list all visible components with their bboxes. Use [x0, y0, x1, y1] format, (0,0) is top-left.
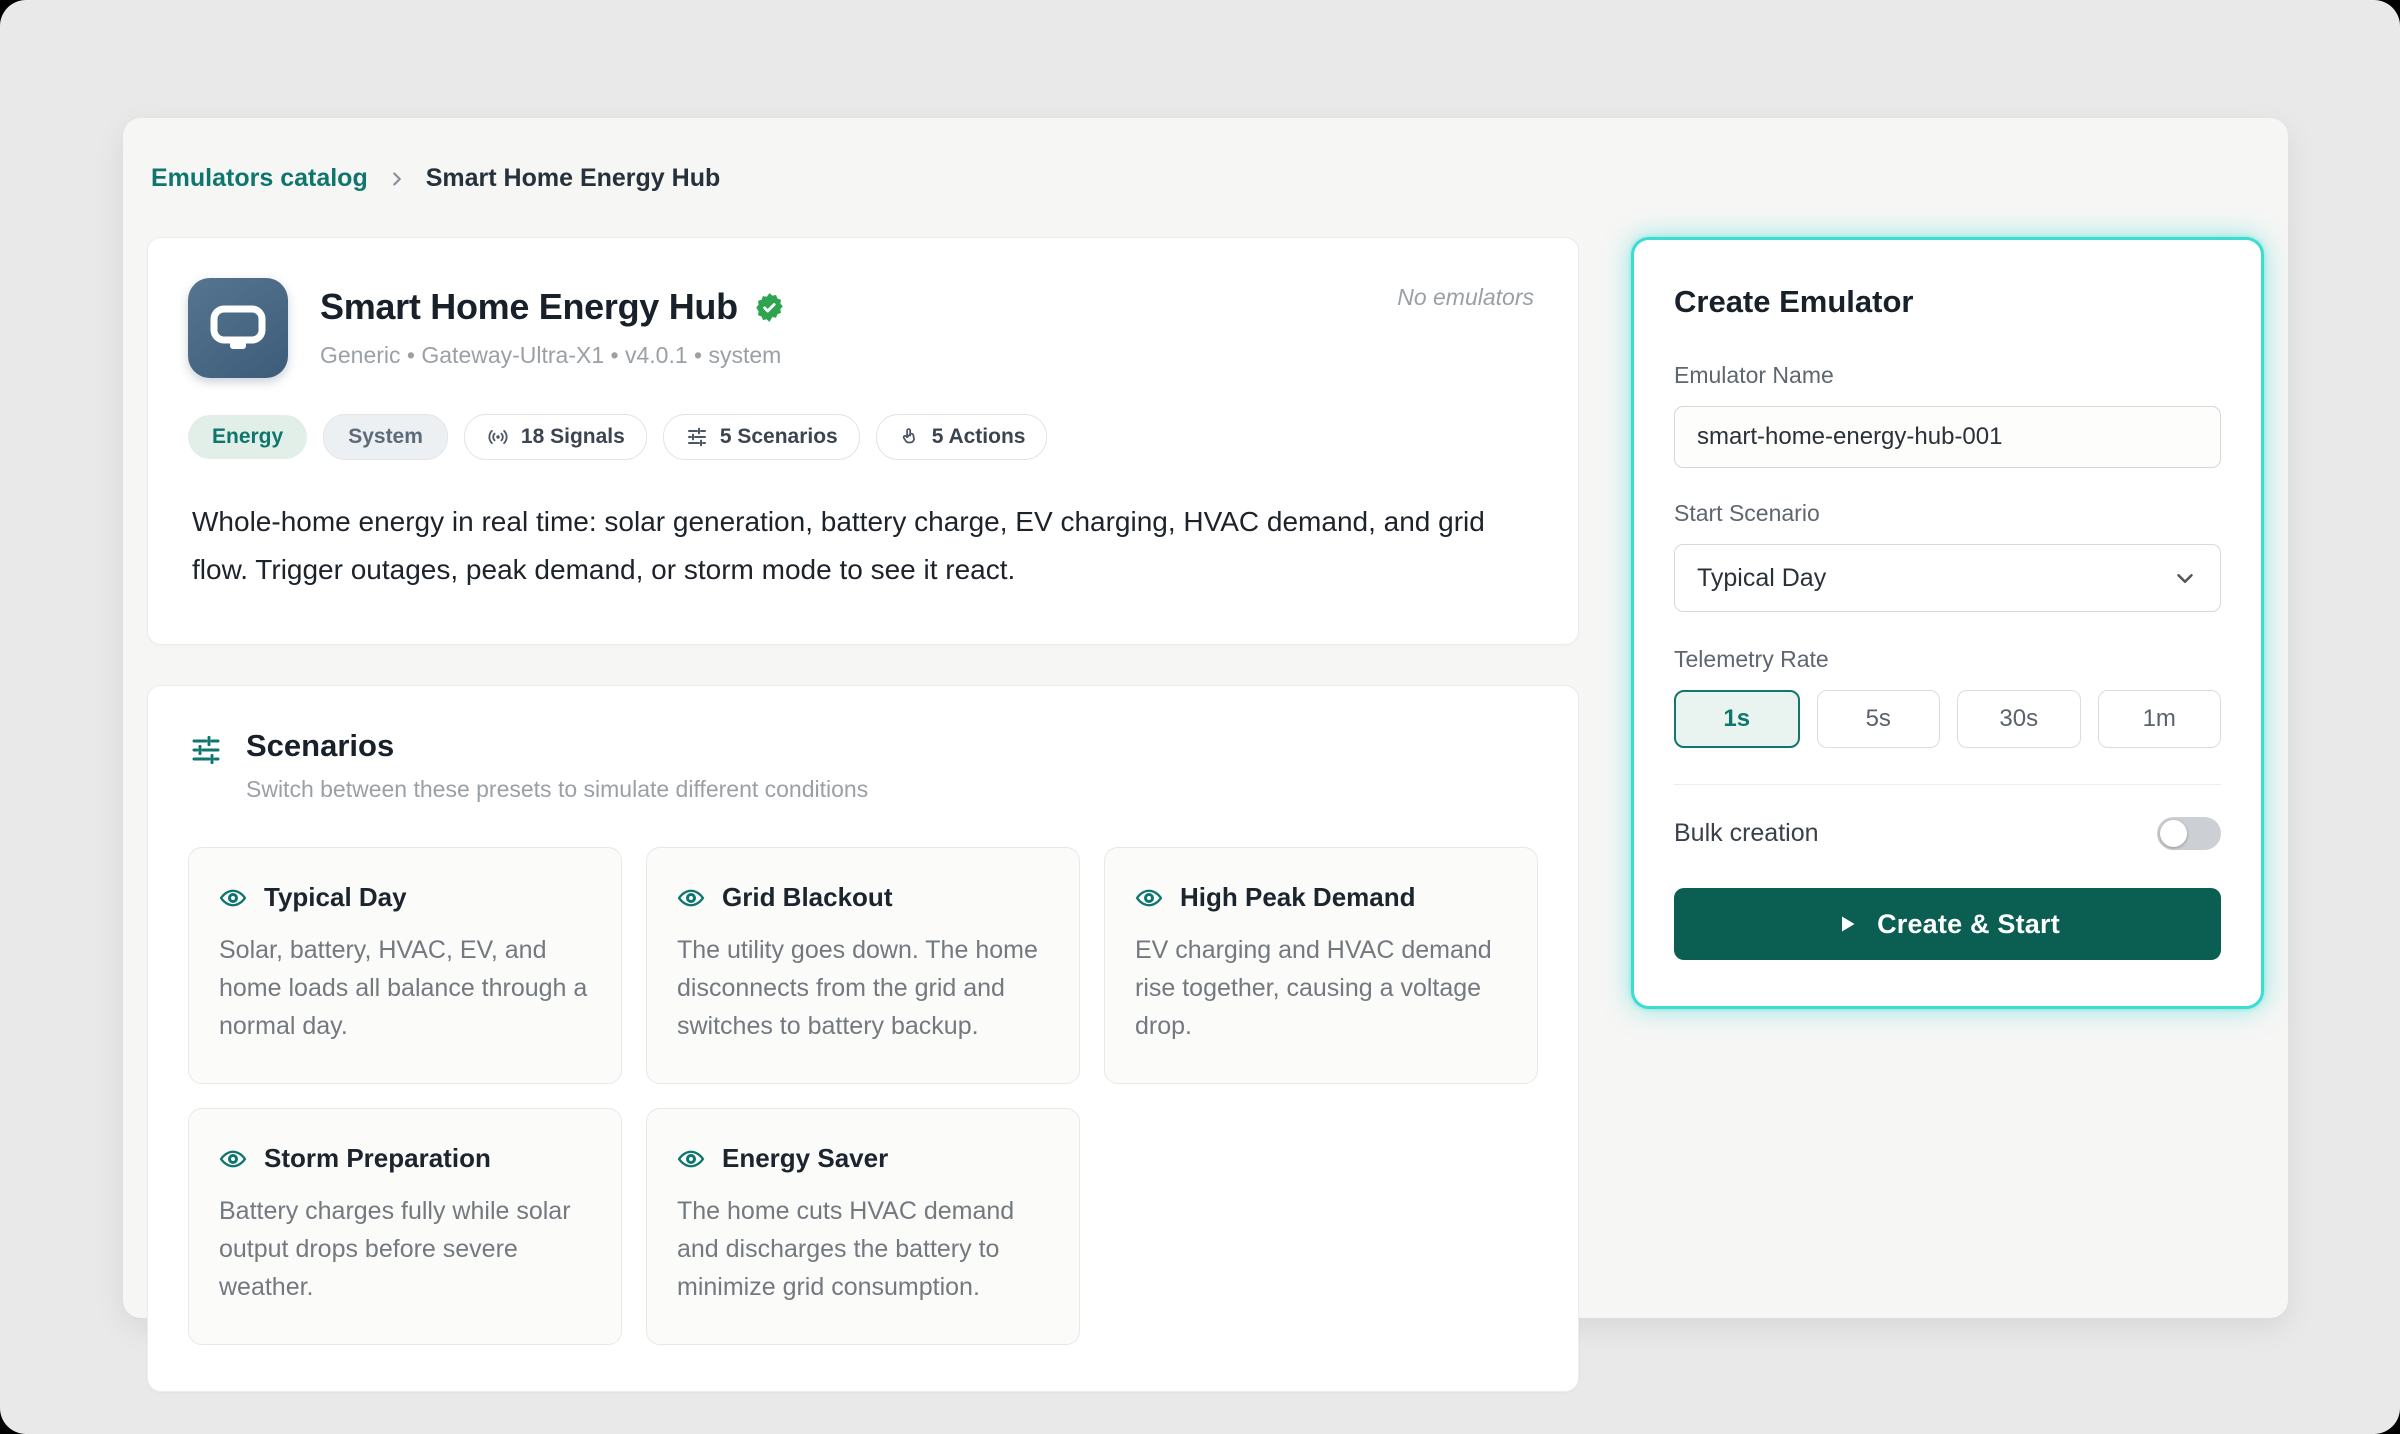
eye-icon	[677, 884, 705, 912]
hub-header: Smart Home Energy Hub Generic • Gateway-…	[188, 278, 1534, 378]
create-start-button[interactable]: Create & Start	[1674, 888, 2221, 960]
create-panel-title: Create Emulator	[1674, 284, 2221, 320]
scenarios-card: Scenarios Switch between these presets t…	[147, 685, 1579, 1392]
scenario-title: Storm Preparation	[264, 1143, 491, 1174]
scenario-title: High Peak Demand	[1180, 882, 1416, 913]
scenario-description: Solar, battery, HVAC, EV, and home loads…	[219, 931, 591, 1045]
scenario-card-typical-day[interactable]: Typical Day Solar, battery, HVAC, EV, an…	[188, 847, 622, 1084]
scenario-card-high-peak-demand[interactable]: High Peak Demand EV charging and HVAC de…	[1104, 847, 1538, 1084]
scenarios-grid: Typical Day Solar, battery, HVAC, EV, an…	[188, 847, 1538, 1345]
left-column: Smart Home Energy Hub Generic • Gateway-…	[147, 237, 1579, 1392]
scenarios-pill-label: 5 Scenarios	[720, 425, 838, 449]
rate-button-5s[interactable]: 5s	[1817, 690, 1941, 748]
hub-subtitle: Generic • Gateway-Ultra-X1 • v4.0.1 • sy…	[320, 342, 785, 369]
bulk-creation-toggle[interactable]	[2157, 817, 2221, 850]
bulk-creation-row: Bulk creation	[1674, 817, 2221, 850]
scenario-card-grid-blackout[interactable]: Grid Blackout The utility goes down. The…	[646, 847, 1080, 1084]
rate-button-1s[interactable]: 1s	[1674, 690, 1800, 748]
divider	[1674, 784, 2221, 785]
scenario-card-energy-saver[interactable]: Energy Saver The home cuts HVAC demand a…	[646, 1108, 1080, 1345]
no-emulators-label: No emulators	[1397, 278, 1534, 378]
sliders-icon	[685, 425, 709, 449]
badge-energy: Energy	[188, 415, 307, 459]
telemetry-rate-label: Telemetry Rate	[1674, 646, 2221, 673]
scenario-description: The utility goes down. The home disconne…	[677, 931, 1049, 1045]
scenarios-title: Scenarios	[246, 728, 868, 764]
eye-icon	[1135, 884, 1163, 912]
emulator-name-label: Emulator Name	[1674, 362, 2221, 389]
breadcrumb: Emulators catalog Smart Home Energy Hub	[151, 164, 2264, 193]
badge-row: Energy System 18 Signals	[188, 414, 1534, 460]
hub-info-card: Smart Home Energy Hub Generic • Gateway-…	[147, 237, 1579, 645]
create-emulator-panel: Create Emulator Emulator Name Start Scen…	[1631, 237, 2264, 1009]
scenario-description: EV charging and HVAC demand rise togethe…	[1135, 931, 1507, 1045]
device-icon	[188, 278, 288, 378]
signals-pill: 18 Signals	[464, 414, 647, 460]
hub-description: Whole-home energy in real time: solar ge…	[192, 498, 1534, 594]
tap-icon	[898, 426, 921, 449]
scenario-card-storm-preparation[interactable]: Storm Preparation Battery charges fully …	[188, 1108, 622, 1345]
toggle-knob	[2160, 820, 2187, 847]
scenarios-subtitle: Switch between these presets to simulate…	[246, 776, 868, 803]
scenario-title: Typical Day	[264, 882, 407, 913]
scenario-title: Grid Blackout	[722, 882, 892, 913]
rate-button-30s[interactable]: 30s	[1957, 690, 2081, 748]
scenarios-pill: 5 Scenarios	[663, 414, 860, 460]
emulator-name-input[interactable]	[1674, 406, 2221, 468]
hub-title: Smart Home Energy Hub	[320, 286, 738, 328]
scenarios-header: Scenarios Switch between these presets t…	[188, 728, 1538, 803]
verified-badge-icon	[754, 292, 785, 323]
start-scenario-label: Start Scenario	[1674, 500, 2221, 527]
rate-button-1m[interactable]: 1m	[2098, 690, 2222, 748]
broadcast-icon	[486, 425, 510, 449]
actions-pill: 5 Actions	[876, 414, 1048, 460]
bulk-creation-label: Bulk creation	[1674, 819, 1819, 848]
badge-system: System	[323, 414, 448, 460]
scenario-description: The home cuts HVAC demand and discharges…	[677, 1192, 1049, 1306]
scenario-description: Battery charges fully while solar output…	[219, 1192, 591, 1306]
create-start-label: Create & Start	[1877, 909, 2060, 940]
chevron-right-icon	[386, 168, 408, 190]
app-background: Emulators catalog Smart Home Energy Hub	[0, 0, 2400, 1434]
breadcrumb-current: Smart Home Energy Hub	[426, 164, 721, 193]
start-scenario-select[interactable]: Typical Day	[1674, 544, 2221, 612]
sliders-icon	[188, 728, 224, 803]
main-card: Emulators catalog Smart Home Energy Hub	[123, 118, 2288, 1318]
signals-pill-label: 18 Signals	[521, 425, 625, 449]
play-icon	[1835, 912, 1859, 936]
eye-icon	[219, 884, 247, 912]
actions-pill-label: 5 Actions	[932, 425, 1026, 449]
chevron-down-icon	[2172, 565, 2198, 591]
start-scenario-value: Typical Day	[1697, 564, 1826, 593]
eye-icon	[677, 1145, 705, 1173]
content-area: Smart Home Energy Hub Generic • Gateway-…	[147, 237, 2264, 1392]
telemetry-rate-group: 1s 5s 30s 1m	[1674, 690, 2221, 748]
scenario-title: Energy Saver	[722, 1143, 888, 1174]
eye-icon	[219, 1145, 247, 1173]
breadcrumb-link-emulators-catalog[interactable]: Emulators catalog	[151, 164, 368, 193]
hub-title-block: Smart Home Energy Hub Generic • Gateway-…	[320, 278, 785, 378]
